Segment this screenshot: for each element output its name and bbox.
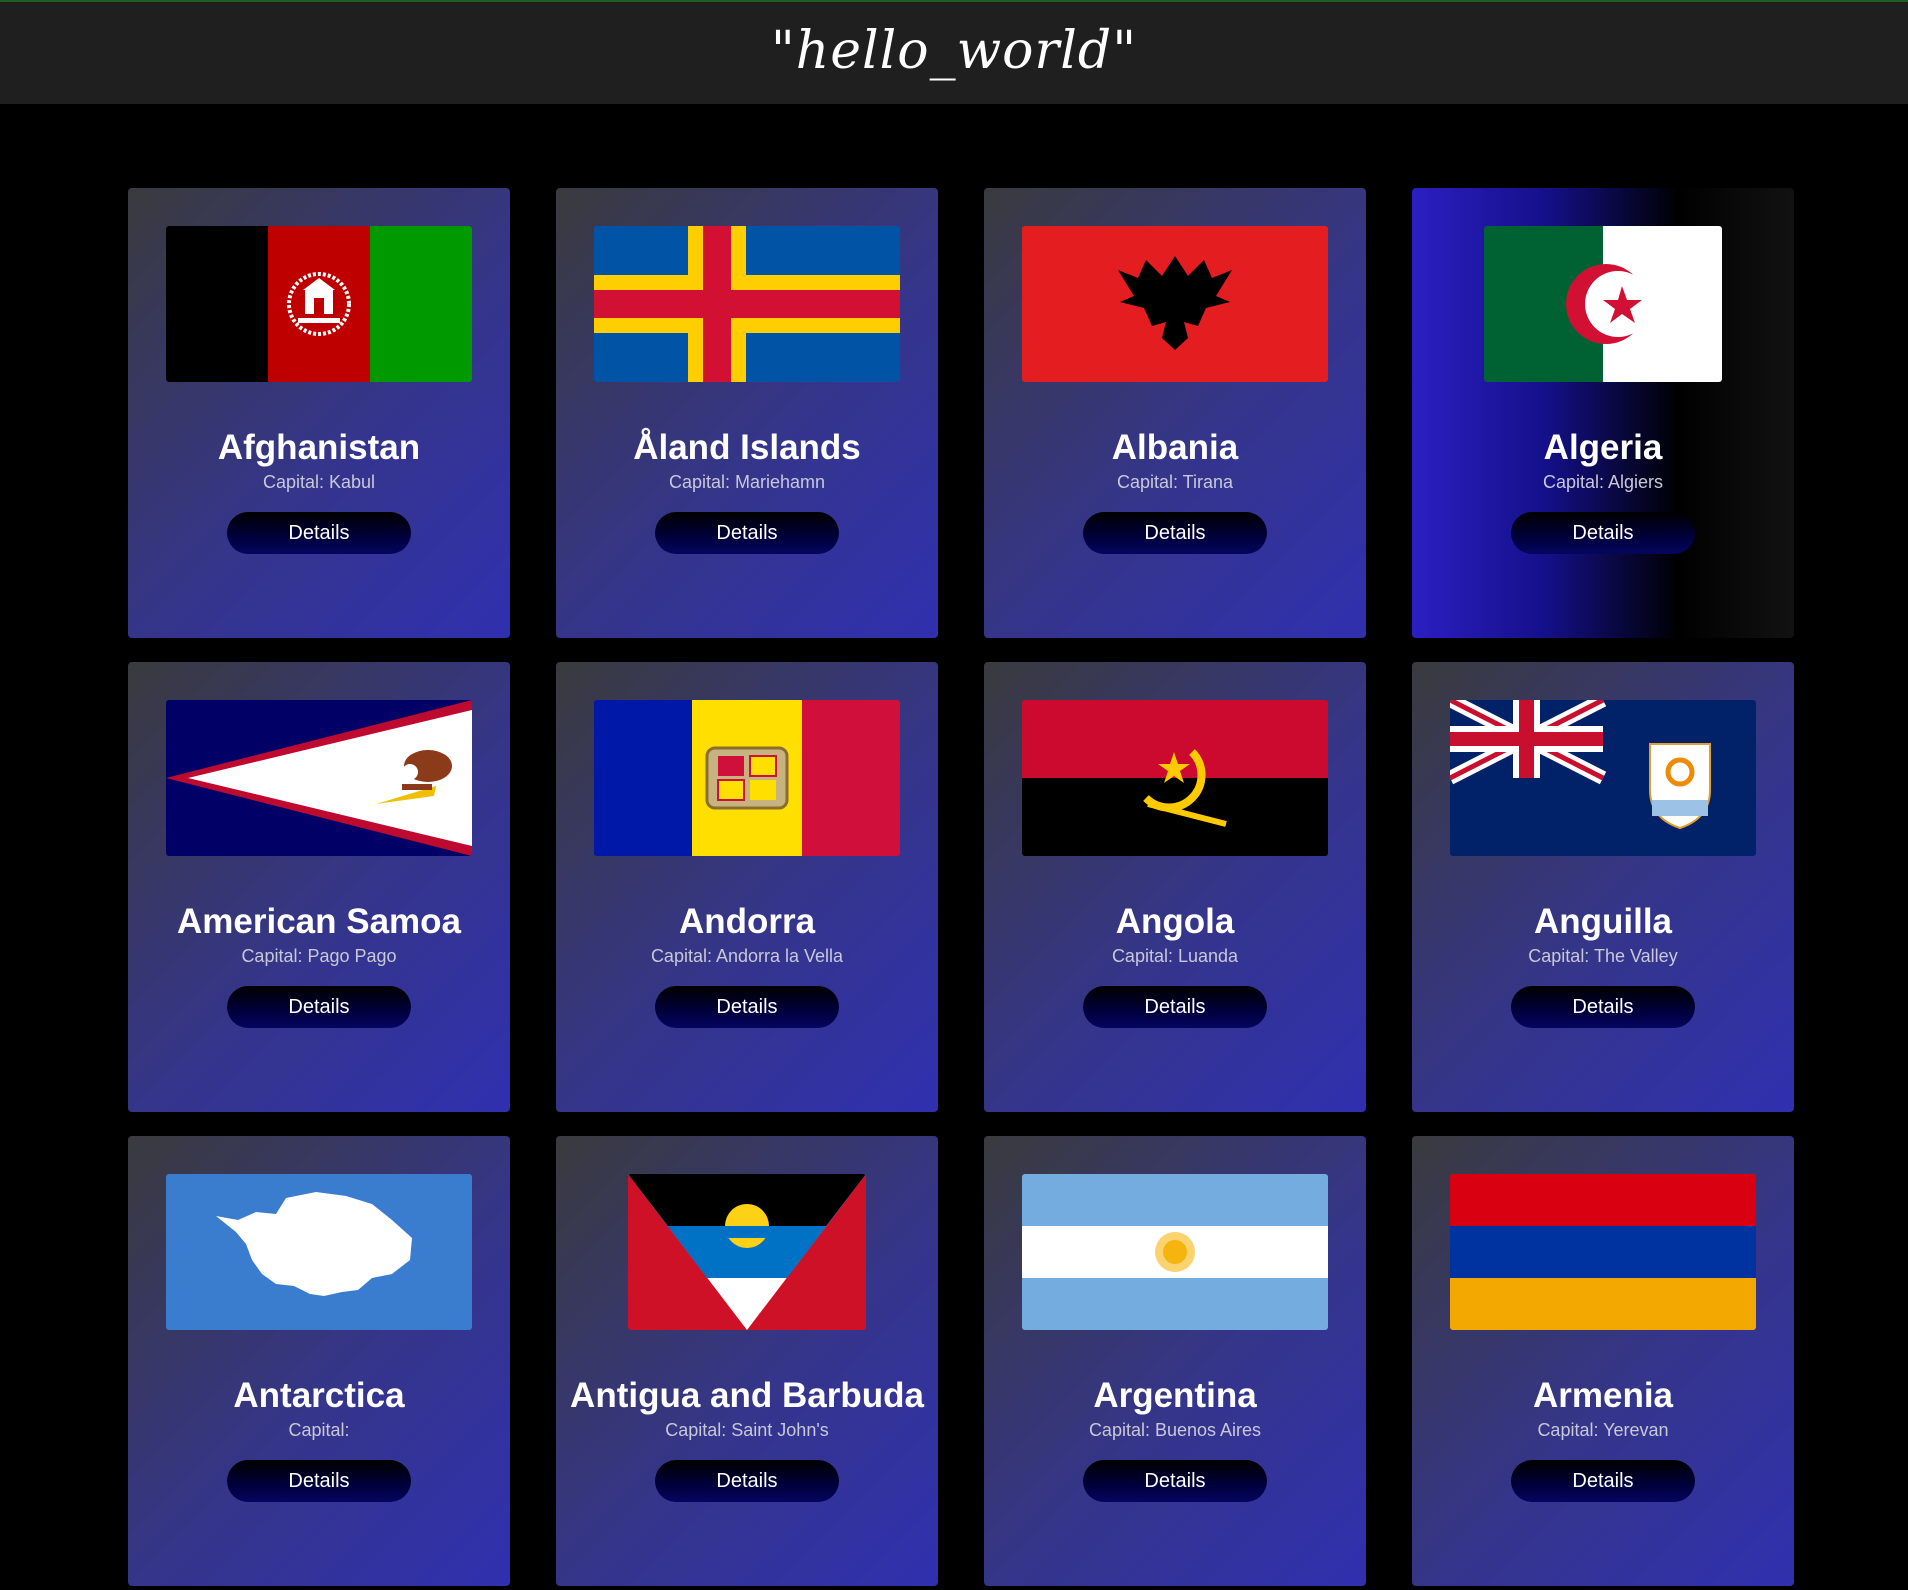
capital-text: Capital: Mariehamn: [668, 472, 826, 492]
armenia-flag-icon: [1450, 1174, 1756, 1330]
capital-text: Capital: Buenos Aires: [1088, 1420, 1262, 1440]
capital-text: Capital: Luanda: [1111, 946, 1239, 966]
country-card: American Samoa Capital: Pago Pago Detail…: [128, 662, 510, 1112]
country-card: Armenia Capital: Yerevan Details: [1412, 1136, 1794, 1586]
country-card: Angola Capital: Luanda Details: [984, 662, 1366, 1112]
capital-text: Capital: Andorra la Vella: [650, 946, 844, 966]
country-name: Andorra: [678, 902, 816, 941]
details-button[interactable]: Details: [1083, 986, 1267, 1028]
aland-islands-flag-icon: [594, 226, 900, 382]
country-grid: Afghanistan Capital: Kabul Details Åland…: [128, 188, 1794, 1586]
capital-text: Capital: Algiers: [1542, 472, 1664, 492]
capital-text: Capital:: [288, 1420, 350, 1440]
capital-text: Capital: The Valley: [1528, 946, 1678, 966]
antigua-and-barbuda-flag-icon: [628, 1174, 866, 1330]
details-button[interactable]: Details: [1511, 512, 1695, 554]
details-button[interactable]: Details: [227, 1460, 411, 1502]
country-card: Antarctica Capital: Details: [128, 1136, 510, 1586]
capital-text: Capital: Tirana: [1116, 472, 1234, 492]
angola-flag-icon: [1022, 700, 1328, 856]
page-title: "hello_world": [770, 21, 1138, 81]
country-name: Antigua and Barbuda: [570, 1376, 924, 1415]
afghanistan-flag-icon: [166, 226, 472, 382]
details-button[interactable]: Details: [1511, 1460, 1695, 1502]
country-name: Angola: [1115, 902, 1235, 941]
details-button[interactable]: Details: [227, 986, 411, 1028]
country-name: Antarctica: [233, 1376, 405, 1415]
country-name: American Samoa: [176, 902, 462, 941]
details-button[interactable]: Details: [1083, 512, 1267, 554]
country-name: Afghanistan: [217, 428, 421, 467]
country-name: Argentina: [1093, 1376, 1257, 1415]
argentina-flag-icon: [1022, 1174, 1328, 1330]
details-button[interactable]: Details: [1083, 1460, 1267, 1502]
algeria-flag-icon: [1484, 226, 1722, 382]
country-name: Anguilla: [1533, 902, 1673, 941]
albania-flag-icon: [1022, 226, 1328, 382]
capital-text: Capital: Saint John's: [665, 1420, 829, 1440]
andorra-flag-icon: [594, 700, 900, 856]
country-card: Albania Capital: Tirana Details: [984, 188, 1366, 638]
country-card: Antigua and Barbuda Capital: Saint John'…: [556, 1136, 938, 1586]
country-name: Albania: [1111, 428, 1239, 467]
country-card: Argentina Capital: Buenos Aires Details: [984, 1136, 1366, 1586]
american-samoa-flag-icon: [166, 700, 472, 856]
header-bar: "hello_world": [0, 0, 1908, 104]
anguilla-flag-icon: [1450, 700, 1756, 856]
country-card: Åland Islands Capital: Mariehamn Details: [556, 188, 938, 638]
country-name: Åland Islands: [633, 428, 861, 467]
capital-text: Capital: Kabul: [262, 472, 376, 492]
details-button[interactable]: Details: [227, 512, 411, 554]
details-button[interactable]: Details: [1511, 986, 1695, 1028]
capital-text: Capital: Yerevan: [1537, 1420, 1669, 1440]
country-card: Andorra Capital: Andorra la Vella Detail…: [556, 662, 938, 1112]
details-button[interactable]: Details: [655, 986, 839, 1028]
antarctica-flag-icon: [166, 1174, 472, 1330]
capital-text: Capital: Pago Pago: [241, 946, 397, 966]
details-button[interactable]: Details: [655, 1460, 839, 1502]
country-card-highlighted: Algeria Capital: Algiers Details: [1412, 188, 1794, 638]
details-button[interactable]: Details: [655, 512, 839, 554]
country-card: Afghanistan Capital: Kabul Details: [128, 188, 510, 638]
country-name: Armenia: [1532, 1376, 1674, 1415]
country-card: Anguilla Capital: The Valley Details: [1412, 662, 1794, 1112]
country-name: Algeria: [1543, 428, 1663, 467]
